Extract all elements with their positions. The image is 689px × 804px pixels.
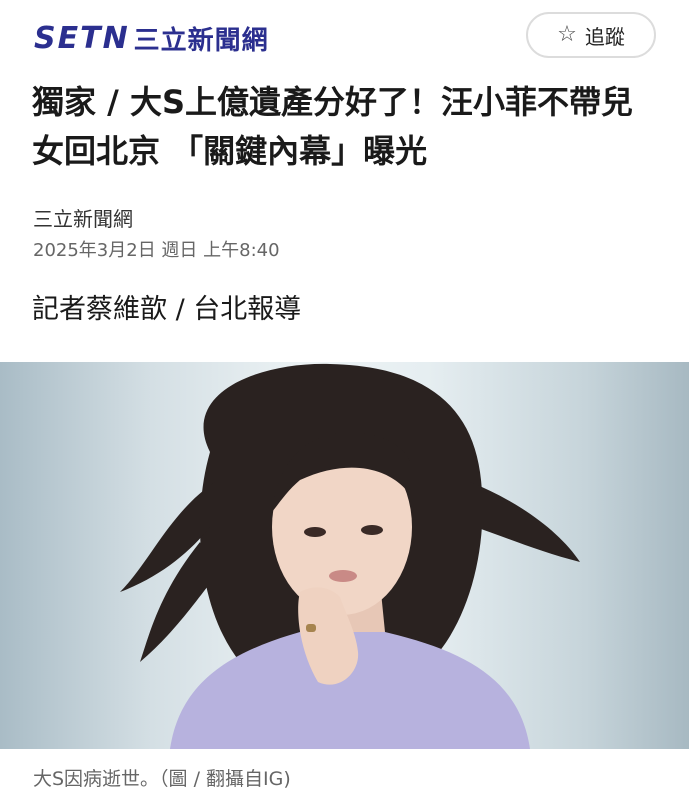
photo-caption: 大S因病逝世。（圖 / 翻攝自IG) [33,768,291,790]
follow-button[interactable]: ☆ 追蹤 [526,12,656,58]
reporter-byline: 記者蔡維歆 / 台北報導 [32,294,302,325]
setn-logo[interactable]: SETN 三立新聞網 [34,20,269,57]
top-bar: SETN 三立新聞網 ☆ 追蹤 [0,0,689,76]
logo-wordmark: SETN [34,21,130,56]
follow-label: 追蹤 [584,24,625,49]
article-title: 獨家 / 大S上億遺產分好了！汪小菲不帶兒女回北京 「關鍵內幕」曝光 [32,83,634,170]
article-photo[interactable] [0,362,689,749]
star-outline-icon: ☆ [557,22,577,47]
portrait-illustration [120,363,580,749]
logo-chinese-name: 三立新聞網 [133,26,269,56]
article-date: 2025年3月2日 週日 上午8:40 [33,240,280,261]
article-source[interactable]: 三立新聞網 [33,203,133,232]
